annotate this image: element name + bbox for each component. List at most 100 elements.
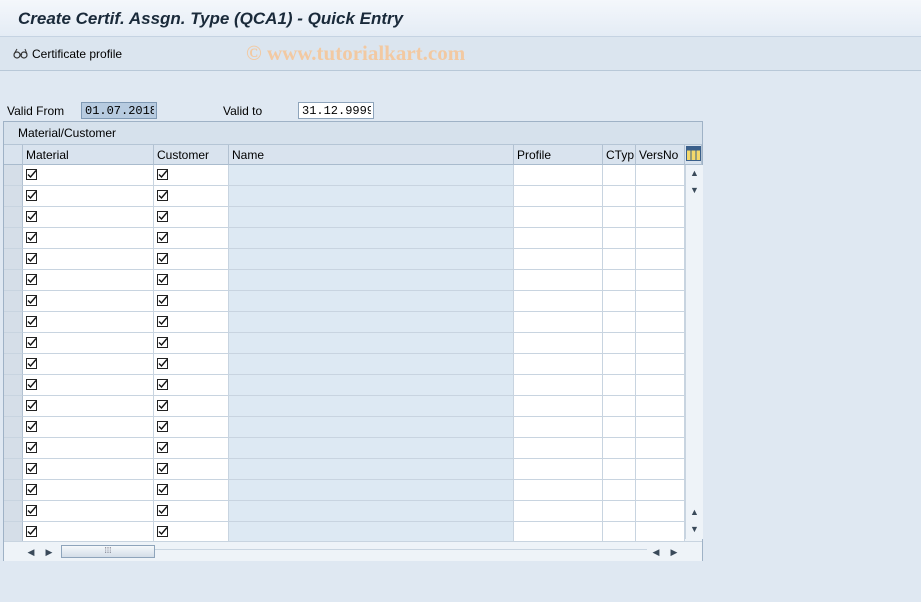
row-selector[interactable] xyxy=(4,207,23,228)
profile-cell[interactable] xyxy=(514,396,603,417)
material-cell[interactable] xyxy=(23,501,154,522)
name-cell[interactable] xyxy=(229,522,514,543)
material-cell[interactable] xyxy=(23,312,154,333)
profile-cell[interactable] xyxy=(514,501,603,522)
checkbox-icon[interactable] xyxy=(157,274,168,288)
checkbox-icon[interactable] xyxy=(26,379,37,393)
profile-cell[interactable] xyxy=(514,249,603,270)
profile-cell[interactable] xyxy=(514,417,603,438)
ctyp-cell[interactable] xyxy=(603,228,636,249)
ctyp-cell[interactable] xyxy=(603,312,636,333)
customer-cell[interactable] xyxy=(154,480,229,501)
column-header-profile[interactable]: Profile xyxy=(514,145,603,165)
row-selector[interactable] xyxy=(4,270,23,291)
profile-cell[interactable] xyxy=(514,480,603,501)
customer-cell[interactable] xyxy=(154,459,229,480)
ctyp-cell[interactable] xyxy=(603,459,636,480)
row-selector[interactable] xyxy=(4,417,23,438)
arrow-left-icon[interactable]: ◀ xyxy=(24,545,38,559)
checkbox-icon[interactable] xyxy=(26,421,37,435)
checkbox-icon[interactable] xyxy=(26,316,37,330)
checkbox-icon[interactable] xyxy=(26,358,37,372)
name-cell[interactable] xyxy=(229,207,514,228)
ctyp-cell[interactable] xyxy=(603,522,636,543)
column-header-versno[interactable]: VersNo xyxy=(636,145,685,165)
name-cell[interactable] xyxy=(229,186,514,207)
checkbox-icon[interactable] xyxy=(26,442,37,456)
versno-cell[interactable] xyxy=(636,354,685,375)
profile-cell[interactable] xyxy=(514,333,603,354)
checkbox-icon[interactable] xyxy=(157,400,168,414)
checkbox-icon[interactable] xyxy=(157,463,168,477)
customer-cell[interactable] xyxy=(154,312,229,333)
certificate-profile-button[interactable]: Certificate profile xyxy=(13,45,122,63)
row-selector[interactable] xyxy=(4,165,23,186)
profile-cell[interactable] xyxy=(514,228,603,249)
column-settings-button[interactable] xyxy=(685,145,702,165)
material-cell[interactable] xyxy=(23,438,154,459)
checkbox-icon[interactable] xyxy=(157,358,168,372)
row-selector[interactable] xyxy=(4,249,23,270)
customer-cell[interactable] xyxy=(154,207,229,228)
row-selector[interactable] xyxy=(4,438,23,459)
checkbox-icon[interactable] xyxy=(26,190,37,204)
versno-cell[interactable] xyxy=(636,249,685,270)
material-cell[interactable] xyxy=(23,207,154,228)
material-cell[interactable] xyxy=(23,396,154,417)
versno-cell[interactable] xyxy=(636,228,685,249)
profile-cell[interactable] xyxy=(514,270,603,291)
profile-cell[interactable] xyxy=(514,165,603,186)
name-cell[interactable] xyxy=(229,354,514,375)
column-header-ctyp[interactable]: CTyp xyxy=(603,145,636,165)
customer-cell[interactable] xyxy=(154,522,229,543)
checkbox-icon[interactable] xyxy=(157,316,168,330)
ctyp-cell[interactable] xyxy=(603,375,636,396)
name-cell[interactable] xyxy=(229,270,514,291)
customer-cell[interactable] xyxy=(154,186,229,207)
profile-cell[interactable] xyxy=(514,438,603,459)
checkbox-icon[interactable] xyxy=(26,253,37,267)
profile-cell[interactable] xyxy=(514,375,603,396)
name-cell[interactable] xyxy=(229,291,514,312)
arrow-right-icon[interactable]: ▶ xyxy=(667,545,681,559)
ctyp-cell[interactable] xyxy=(603,165,636,186)
row-selector[interactable] xyxy=(4,459,23,480)
material-cell[interactable] xyxy=(23,522,154,543)
checkbox-icon[interactable] xyxy=(26,211,37,225)
name-cell[interactable] xyxy=(229,417,514,438)
ctyp-cell[interactable] xyxy=(603,333,636,354)
customer-cell[interactable] xyxy=(154,228,229,249)
customer-cell[interactable] xyxy=(154,249,229,270)
material-cell[interactable] xyxy=(23,417,154,438)
checkbox-icon[interactable] xyxy=(26,274,37,288)
row-selector[interactable] xyxy=(4,501,23,522)
row-selector[interactable] xyxy=(4,396,23,417)
customer-cell[interactable] xyxy=(154,396,229,417)
customer-cell[interactable] xyxy=(154,270,229,291)
checkbox-icon[interactable] xyxy=(157,379,168,393)
customer-cell[interactable] xyxy=(154,333,229,354)
versno-cell[interactable] xyxy=(636,459,685,480)
arrow-up-icon[interactable]: ▲ xyxy=(686,505,703,519)
checkbox-icon[interactable] xyxy=(157,442,168,456)
profile-cell[interactable] xyxy=(514,207,603,228)
name-cell[interactable] xyxy=(229,375,514,396)
arrow-right-icon[interactable]: ▶ xyxy=(42,545,56,559)
name-cell[interactable] xyxy=(229,459,514,480)
profile-cell[interactable] xyxy=(514,354,603,375)
checkbox-icon[interactable] xyxy=(157,484,168,498)
name-cell[interactable] xyxy=(229,165,514,186)
ctyp-cell[interactable] xyxy=(603,417,636,438)
versno-cell[interactable] xyxy=(636,417,685,438)
customer-cell[interactable] xyxy=(154,291,229,312)
name-cell[interactable] xyxy=(229,396,514,417)
row-selector[interactable] xyxy=(4,228,23,249)
checkbox-icon[interactable] xyxy=(26,526,37,540)
material-cell[interactable] xyxy=(23,186,154,207)
checkbox-icon[interactable] xyxy=(157,505,168,519)
vertical-scrollbar[interactable]: ▲ ▼ ▲ ▼ xyxy=(685,165,703,539)
horizontal-scroll-thumb[interactable]: ⁞⁞⁞ xyxy=(61,545,155,558)
valid-from-field[interactable] xyxy=(81,102,157,119)
ctyp-cell[interactable] xyxy=(603,438,636,459)
versno-cell[interactable] xyxy=(636,333,685,354)
